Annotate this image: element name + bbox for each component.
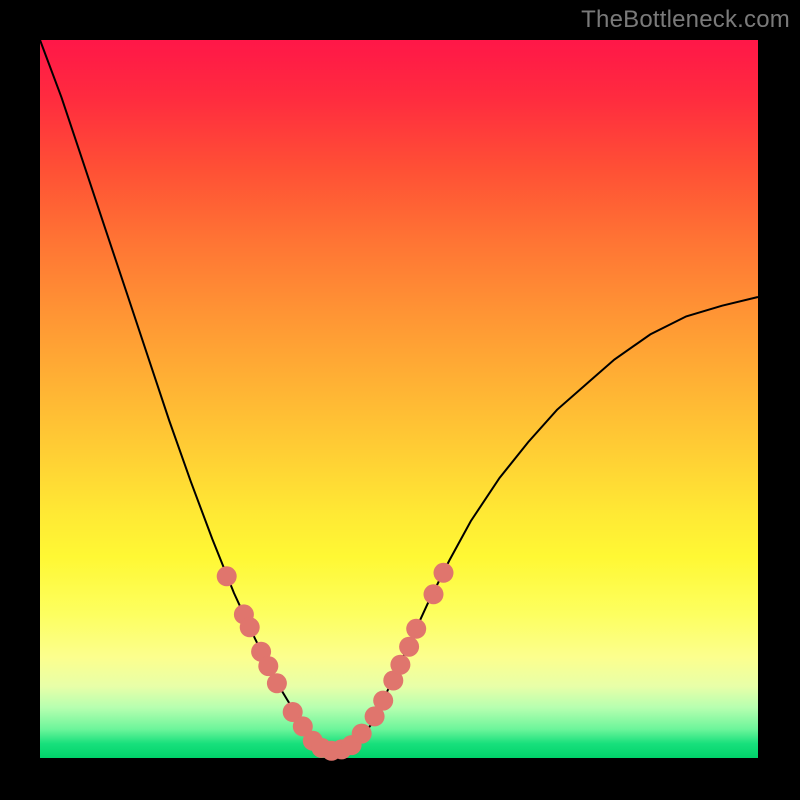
curve-marker <box>267 673 287 693</box>
curve-marker <box>390 655 410 675</box>
curve-marker <box>217 566 237 586</box>
plot-area <box>40 40 758 758</box>
curve-marker <box>424 584 444 604</box>
watermark-text: TheBottleneck.com <box>581 6 790 34</box>
curve-marker <box>352 724 372 744</box>
curve-marker <box>406 619 426 639</box>
chart-frame: TheBottleneck.com <box>0 0 800 800</box>
marker-group <box>217 563 454 761</box>
curve-marker <box>399 637 419 657</box>
bottleneck-curve <box>40 40 758 751</box>
curve-marker <box>240 617 260 637</box>
curve-marker <box>373 691 393 711</box>
curve-marker <box>258 656 278 676</box>
curve-marker <box>434 563 454 583</box>
chart-svg <box>40 40 758 758</box>
